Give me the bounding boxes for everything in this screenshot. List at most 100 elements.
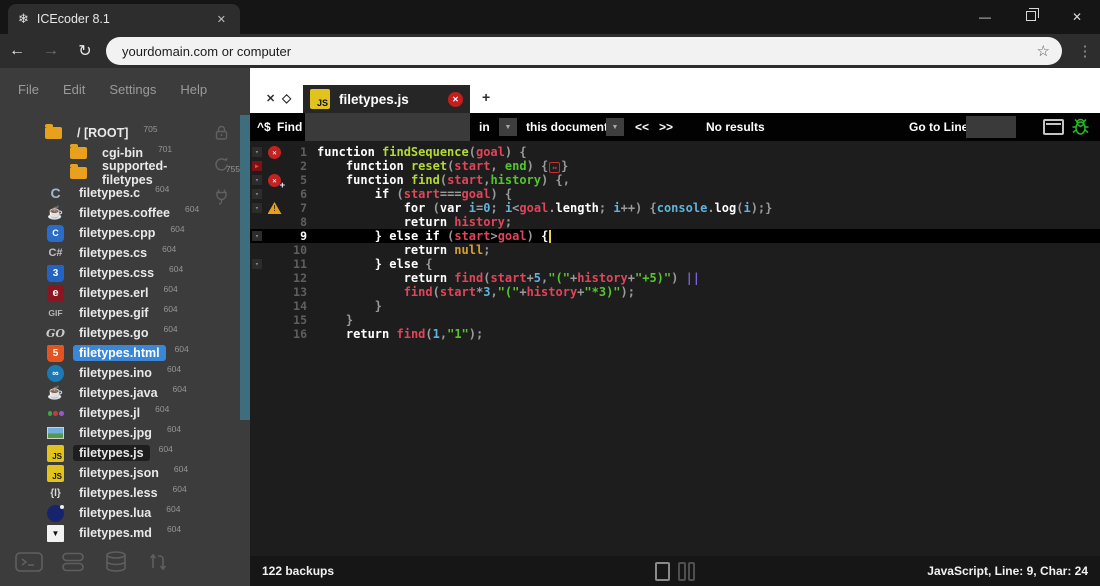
cursor-position-status: JavaScript, Line: 9, Char: 24 — [927, 564, 1088, 578]
bookmark-star-icon[interactable]: ☆ — [1037, 42, 1050, 60]
options-icon[interactable] — [59, 550, 87, 579]
line-text: if (start===goal) { — [317, 187, 1100, 201]
tree-item-filetypes.go[interactable]: GOfiletypes.go604 — [0, 323, 240, 343]
plug-icon[interactable] — [212, 187, 231, 206]
forward-button[interactable]: → — [34, 42, 68, 60]
tree-item-filetypes.coffee[interactable]: ☕filetypes.coffee604 — [0, 203, 240, 223]
find-bar: ^$ Find in ▼ this document ▼ << >> No re… — [250, 113, 1100, 141]
sidebar: File Edit Settings Help / [ROOT]705cgi-b… — [0, 68, 240, 586]
backups-status[interactable]: 122 backups — [262, 564, 334, 578]
code-line-16[interactable]: 16 return find(1,"1"); — [250, 327, 1100, 341]
editor-tab-close-button[interactable]: ✕ — [448, 92, 463, 107]
tree-item-filetypes.css[interactable]: 3filetypes.css604 — [0, 263, 240, 283]
fold-gutter[interactable]: ▾ — [250, 231, 264, 241]
tree-item-supported-filetypes[interactable]: supported-filetypes755 — [0, 163, 240, 183]
find-input[interactable] — [305, 113, 470, 141]
minimize-button[interactable]: — — [962, 10, 1008, 24]
folded-code-icon[interactable]: ▶ — [252, 161, 262, 171]
find-next-button[interactable]: >> — [659, 113, 673, 141]
terminal-icon[interactable] — [14, 550, 44, 579]
file-permissions: 604 — [163, 284, 177, 294]
close-window-button[interactable]: ✕ — [1054, 10, 1100, 24]
code-line-7[interactable]: ▾!7 for (var i=0; i<goal.length; i++) {c… — [250, 201, 1100, 215]
close-all-tabs-icon[interactable]: ✕ — [266, 92, 275, 105]
menu-settings[interactable]: Settings — [109, 82, 156, 97]
sidebar-scrollbar-thumb[interactable] — [240, 115, 250, 420]
fold-arrow-icon[interactable]: ▾ — [252, 175, 262, 185]
code-area[interactable]: ▾✕1function findSequence(goal) {▶2 funct… — [250, 141, 1100, 556]
sidebar-tools — [212, 123, 231, 206]
tree-item-filetypes.jpg[interactable]: filetypes.jpg604 — [0, 423, 240, 443]
window-manager-icon[interactable] — [1043, 119, 1064, 135]
url-bar[interactable]: yourdomain.com or computer ☆ — [106, 37, 1062, 65]
tree-item-filetypes.json[interactable]: JSfiletypes.json604 — [0, 463, 240, 483]
tree-item-filetypes.gif[interactable]: GIFfiletypes.gif604 — [0, 303, 240, 323]
refresh-icon[interactable] — [212, 155, 231, 174]
code-line-5[interactable]: ▾✕+5 function find(start,history) {, — [250, 173, 1100, 187]
single-pane-icon[interactable] — [655, 562, 670, 581]
tree-item-filetypes.java[interactable]: ☕filetypes.java604 — [0, 383, 240, 403]
menu-edit[interactable]: Edit — [63, 82, 85, 97]
reload-button[interactable]: ↻ — [68, 41, 102, 61]
window-controls: — ✕ — [962, 0, 1100, 34]
code-line-11[interactable]: ▾11 } else { — [250, 257, 1100, 271]
tree-item-filetypes.js[interactable]: JSfiletypes.js604 — [0, 443, 240, 463]
version-control-icon[interactable] — [145, 550, 171, 579]
browser-tab[interactable]: ❄ ICEcoder 8.1 ✕ — [8, 4, 240, 34]
new-tab-button[interactable]: + — [482, 89, 490, 105]
editor-tab-filetypes-js[interactable]: JS filetypes.js ✕ — [303, 85, 470, 113]
tree-item-filetypes.less[interactable]: {l}filetypes.less604 — [0, 483, 240, 503]
fold-arrow-icon[interactable]: ▾ — [252, 147, 262, 157]
find-target-dropdown-icon[interactable]: ▼ — [606, 118, 624, 136]
tree-item-filetypes.jl[interactable]: filetypes.jl604 — [0, 403, 240, 423]
fold-gutter[interactable]: ▾ — [250, 203, 264, 213]
code-line-2[interactable]: ▶2 function reset(start, end) {↔} — [250, 159, 1100, 173]
code-line-15[interactable]: 15 } — [250, 313, 1100, 327]
tree-item-filetypes.html[interactable]: 5filetypes.html604 — [0, 343, 240, 363]
code-line-6[interactable]: ▾6 if (start===goal) { — [250, 187, 1100, 201]
fold-arrow-icon[interactable]: ▾ — [252, 259, 262, 269]
fold-arrow-icon[interactable]: ▾ — [252, 203, 262, 213]
sidebar-scrollbar-track[interactable] — [240, 68, 250, 586]
code-line-13[interactable]: 13 find(start*3,"("+history+"*3)"); — [250, 285, 1100, 299]
fold-gutter[interactable]: ▾ — [250, 147, 264, 157]
code-view-icon[interactable]: ◇ — [282, 91, 291, 105]
back-button[interactable]: ← — [0, 42, 34, 60]
fold-gutter[interactable]: ▾ — [250, 259, 264, 269]
tree-item-filetypes.cpp[interactable]: Cfiletypes.cpp604 — [0, 223, 240, 243]
tree-item--ROOT-[interactable]: / [ROOT]705 — [0, 123, 240, 143]
code-line-1[interactable]: ▾✕1function findSequence(goal) { — [250, 145, 1100, 159]
fold-gutter[interactable]: ▾ — [250, 175, 264, 185]
browser-menu-icon[interactable]: ⋮ — [1070, 42, 1100, 60]
fold-gutter[interactable]: ▾ — [250, 189, 264, 199]
file-icon-cpp: C — [47, 225, 64, 242]
menu-help[interactable]: Help — [180, 82, 207, 97]
code-line-12[interactable]: 12 return find(start+5,"("+history+"+5)"… — [250, 271, 1100, 285]
database-icon[interactable] — [102, 550, 130, 579]
code-line-8[interactable]: 8 return history; — [250, 215, 1100, 229]
browser-tab-close-icon[interactable]: ✕ — [213, 11, 230, 28]
tree-item-filetypes.md[interactable]: ▼filetypes.md604 — [0, 523, 240, 543]
lock-icon[interactable] — [212, 123, 231, 142]
code-line-14[interactable]: 14 } — [250, 299, 1100, 313]
fold-arrow-icon[interactable]: ▾ — [252, 189, 262, 199]
find-scope-dropdown-icon[interactable]: ▼ — [499, 118, 517, 136]
file-icon-json: JS — [47, 465, 64, 482]
regex-toggle[interactable]: ^$ — [257, 113, 271, 141]
goto-line-input[interactable] — [966, 116, 1016, 138]
maximize-button[interactable] — [1008, 10, 1054, 24]
tree-item-filetypes.cs[interactable]: C#filetypes.cs604 — [0, 243, 240, 263]
code-line-10[interactable]: 10 return null; — [250, 243, 1100, 257]
tree-item-filetypes.ino[interactable]: ∞filetypes.ino604 — [0, 363, 240, 383]
tree-item-filetypes.lua[interactable]: filetypes.lua604 — [0, 503, 240, 523]
fold-arrow-icon[interactable]: ▾ — [252, 231, 262, 241]
find-scope-value[interactable]: this document — [526, 113, 608, 141]
split-pane-icon[interactable] — [678, 562, 695, 581]
file-icon-erl: e — [47, 285, 64, 302]
code-line-9[interactable]: ▾9 } else if (start>goal) { — [250, 229, 1100, 243]
menu-file[interactable]: File — [18, 82, 39, 97]
tree-item-filetypes.erl[interactable]: efiletypes.erl604 — [0, 283, 240, 303]
find-previous-button[interactable]: << — [635, 113, 649, 141]
bug-report-icon[interactable] — [1070, 117, 1091, 142]
fold-gutter[interactable]: ▶ — [250, 161, 264, 171]
